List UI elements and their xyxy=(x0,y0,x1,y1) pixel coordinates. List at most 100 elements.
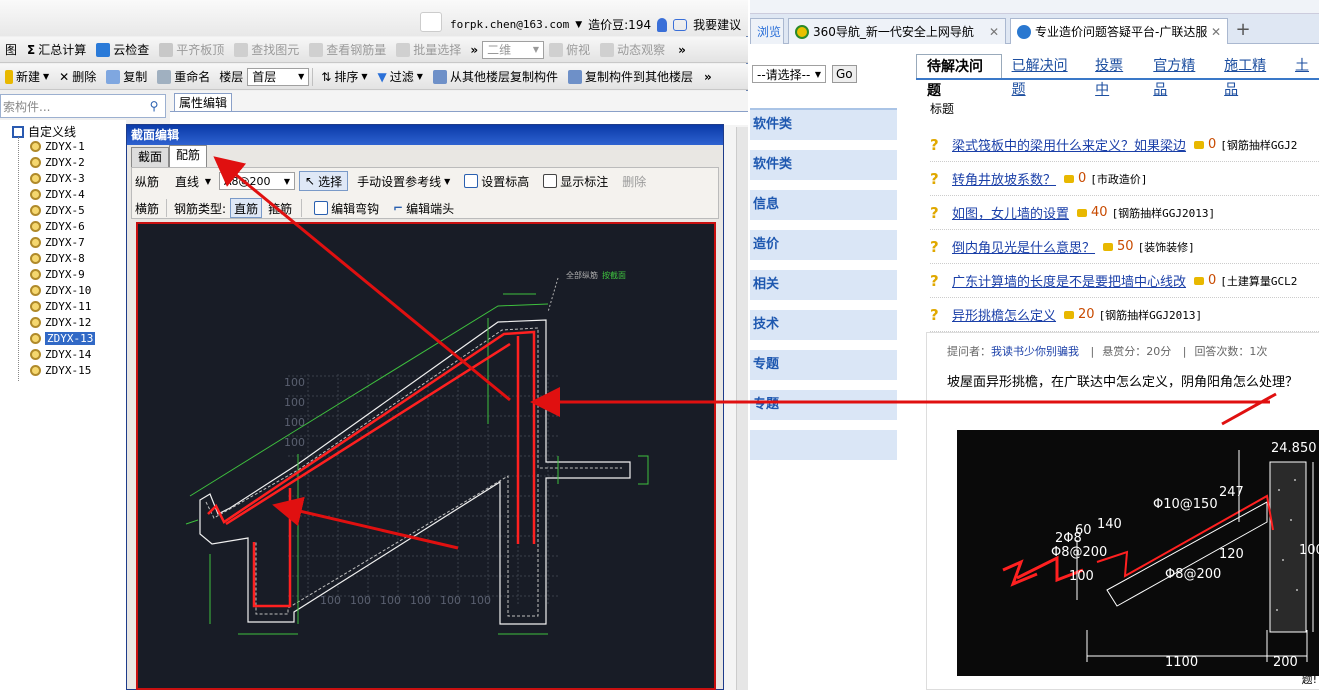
tab-qa-platform[interactable]: 专业造价问题答疑平台-广联达服 ✕ xyxy=(1010,18,1228,44)
question-tab[interactable]: 官方精品 xyxy=(1143,54,1214,98)
side-menu-item[interactable]: 专题 xyxy=(750,350,897,380)
tree-item[interactable]: ZDYX-15 xyxy=(30,363,91,378)
tree-item[interactable]: ZDYX-2 xyxy=(30,155,85,170)
tab-rebar[interactable]: 配筋 xyxy=(169,145,208,167)
summary-calc-button[interactable]: Σ 汇总计算 xyxy=(22,41,91,58)
question-tab[interactable]: 待解决问题 xyxy=(916,54,1002,99)
question-link[interactable]: 异形挑檐怎么定义 xyxy=(952,305,1056,324)
stirrup-button[interactable]: 箍筋 xyxy=(266,200,294,217)
question-tab[interactable]: 土 xyxy=(1285,54,1319,78)
tb-label: 新建 xyxy=(16,70,41,84)
delete-rebar-button[interactable]: 删除 xyxy=(617,173,651,190)
view-rebar-button[interactable]: 查看钢筋量 xyxy=(304,41,391,58)
go-button[interactable]: Go xyxy=(832,65,857,83)
search-icon[interactable]: ⚲ xyxy=(143,99,165,113)
tree-item[interactable]: ZDYX-8 xyxy=(30,251,85,266)
side-menu-item[interactable] xyxy=(750,430,897,460)
find-element-button[interactable]: 查找图元 xyxy=(229,41,304,58)
tree-item[interactable]: ZDYX-11 xyxy=(30,299,91,314)
side-menu-item[interactable]: 造价 xyxy=(750,230,897,260)
question-category: [钢筋抽样GGJ2013] xyxy=(1098,308,1203,322)
end-icon: ⌐ xyxy=(393,201,404,215)
ref-line-button[interactable]: 手动设置参考线 ▼ xyxy=(352,173,455,190)
bounty-value: 40 xyxy=(1091,205,1108,220)
straight-rebar-button[interactable]: 直筋 xyxy=(230,198,263,218)
floor-select[interactable]: 首层 ▼ xyxy=(247,67,310,86)
tab-section[interactable]: 截面 xyxy=(131,147,170,167)
rebar-spec-input[interactable]: A8@200 ▼ xyxy=(219,172,296,190)
question-link[interactable]: 梁式筏板中的梁用什么来定义？如果梁边 xyxy=(952,135,1186,154)
top-view-button[interactable]: 俯视 xyxy=(544,41,595,58)
tree-item[interactable]: ZDYX-4 xyxy=(30,187,85,202)
scrollbar[interactable] xyxy=(736,127,748,690)
title-bar: forpk.chen@163.com ▼ 造价豆:194 我要建议 xyxy=(0,0,748,36)
section-canvas[interactable]: 100 100 100 100 100 100 100 100 100 100 … xyxy=(136,222,716,690)
tree-item[interactable]: ZDYX-1 xyxy=(30,139,85,154)
side-menu-item[interactable]: 信息 xyxy=(750,190,897,220)
select-button[interactable]: ↖ 选择 xyxy=(299,171,349,191)
orbit-button[interactable]: 动态观察 xyxy=(595,41,670,58)
tree-item[interactable]: ZDYX-7 xyxy=(30,235,85,250)
dim-label: Φ8@200 xyxy=(1165,567,1221,582)
overflow-chevron-icon[interactable]: » xyxy=(704,70,712,84)
set-elevation-button[interactable]: 设置标高 xyxy=(459,173,534,190)
account-email[interactable]: forpk.chen@163.com xyxy=(450,18,569,31)
question-link[interactable]: 广东计算墙的长度是不是要把墙中心线改 xyxy=(952,271,1186,290)
side-menu-item[interactable]: 软件类 xyxy=(750,150,897,180)
sort-button[interactable]: ⇅ 排序 ▼ xyxy=(316,68,372,85)
blank-button[interactable] xyxy=(420,12,442,32)
site-icon xyxy=(1017,24,1031,39)
filter-button[interactable]: ▼ 过滤 ▼ xyxy=(373,68,428,85)
tb-item-map[interactable]: 图 xyxy=(0,41,22,58)
close-icon[interactable]: ✕ xyxy=(1211,25,1221,39)
tree-item[interactable]: ZDYX-3 xyxy=(30,171,85,186)
grid-label: 100 xyxy=(350,594,371,607)
line-type-select[interactable]: 直线 ▼ xyxy=(171,172,215,190)
category-select[interactable]: --请选择-- ▼ xyxy=(752,65,826,83)
overflow-chevron-icon[interactable]: » xyxy=(678,43,686,57)
tab-browse[interactable]: 浏览 xyxy=(750,18,784,44)
question-tab[interactable]: 已解决问题 xyxy=(1002,54,1086,98)
tab-360-nav[interactable]: 360导航_新一代安全上网导航 ✕ xyxy=(788,18,1006,44)
tree-item[interactable]: ZDYX-10 xyxy=(30,283,91,298)
question-link[interactable]: 如图，女儿墙的设置 xyxy=(952,203,1069,222)
new-tab-button[interactable]: + xyxy=(1232,20,1254,42)
rename-button[interactable]: 重命名 xyxy=(152,68,215,85)
batch-select-button[interactable]: 批量选择 xyxy=(391,41,466,58)
tree-root[interactable]: 自定义线 xyxy=(12,123,76,140)
close-icon[interactable]: ✕ xyxy=(989,25,999,39)
view-mode-combo[interactable]: 二维 ▼ xyxy=(482,40,545,59)
cloud-check-button[interactable]: 云检查 xyxy=(91,41,154,58)
delete-button[interactable]: ✕ 删除 xyxy=(54,68,101,85)
tree-item[interactable]: ZDYX-13 xyxy=(30,331,96,346)
tree-item[interactable]: ZDYX-12 xyxy=(30,315,91,330)
tree-item[interactable]: ZDYX-9 xyxy=(30,267,85,282)
copy-from-floor-button[interactable]: 从其他楼层复制构件 xyxy=(428,68,563,85)
tree-item[interactable]: ZDYX-14 xyxy=(30,347,91,362)
tree-item[interactable]: ZDYX-6 xyxy=(30,219,85,234)
question-link[interactable]: 转角井放坡系数？ xyxy=(952,169,1056,188)
asker-link[interactable]: 我读书少你别骗我 xyxy=(991,345,1079,358)
question-link[interactable]: 倒内角见光是什么意思？ xyxy=(952,237,1095,256)
copy-to-floor-button[interactable]: 复制构件到其他楼层 xyxy=(563,68,698,85)
copy-button[interactable]: 复制 xyxy=(101,68,152,85)
component-search[interactable]: 索构件... ⚲ xyxy=(0,94,166,118)
edit-hook-button[interactable]: 编辑弯钩 xyxy=(309,200,384,217)
side-menu-item[interactable]: 相关 xyxy=(750,270,897,300)
new-button[interactable]: 新建 ▼ xyxy=(0,68,54,85)
overflow-chevron-icon[interactable]: » xyxy=(470,43,478,57)
show-mark-button[interactable]: 显示标注 xyxy=(538,173,613,190)
suggest-link[interactable]: 我要建议 xyxy=(693,16,741,33)
question-tab[interactable]: 投票中 xyxy=(1085,54,1143,98)
side-menu-item[interactable]: 软件类 xyxy=(750,110,897,140)
align-slab-top-button[interactable]: 平齐板顶 xyxy=(154,41,229,58)
tb-label: 复制 xyxy=(123,70,148,84)
tree-item[interactable]: ZDYX-5 xyxy=(30,203,85,218)
chat-icon[interactable] xyxy=(673,18,688,31)
side-menu-item[interactable]: 专题 xyxy=(750,390,897,420)
side-menu-item[interactable]: 技术 xyxy=(750,310,897,340)
edit-end-button[interactable]: ⌐ 编辑端头 xyxy=(388,200,459,217)
tab-properties[interactable]: 属性编辑 xyxy=(174,93,233,111)
question-tab[interactable]: 施工精品 xyxy=(1214,54,1285,98)
chevron-down-icon[interactable]: ▼ xyxy=(575,20,582,30)
